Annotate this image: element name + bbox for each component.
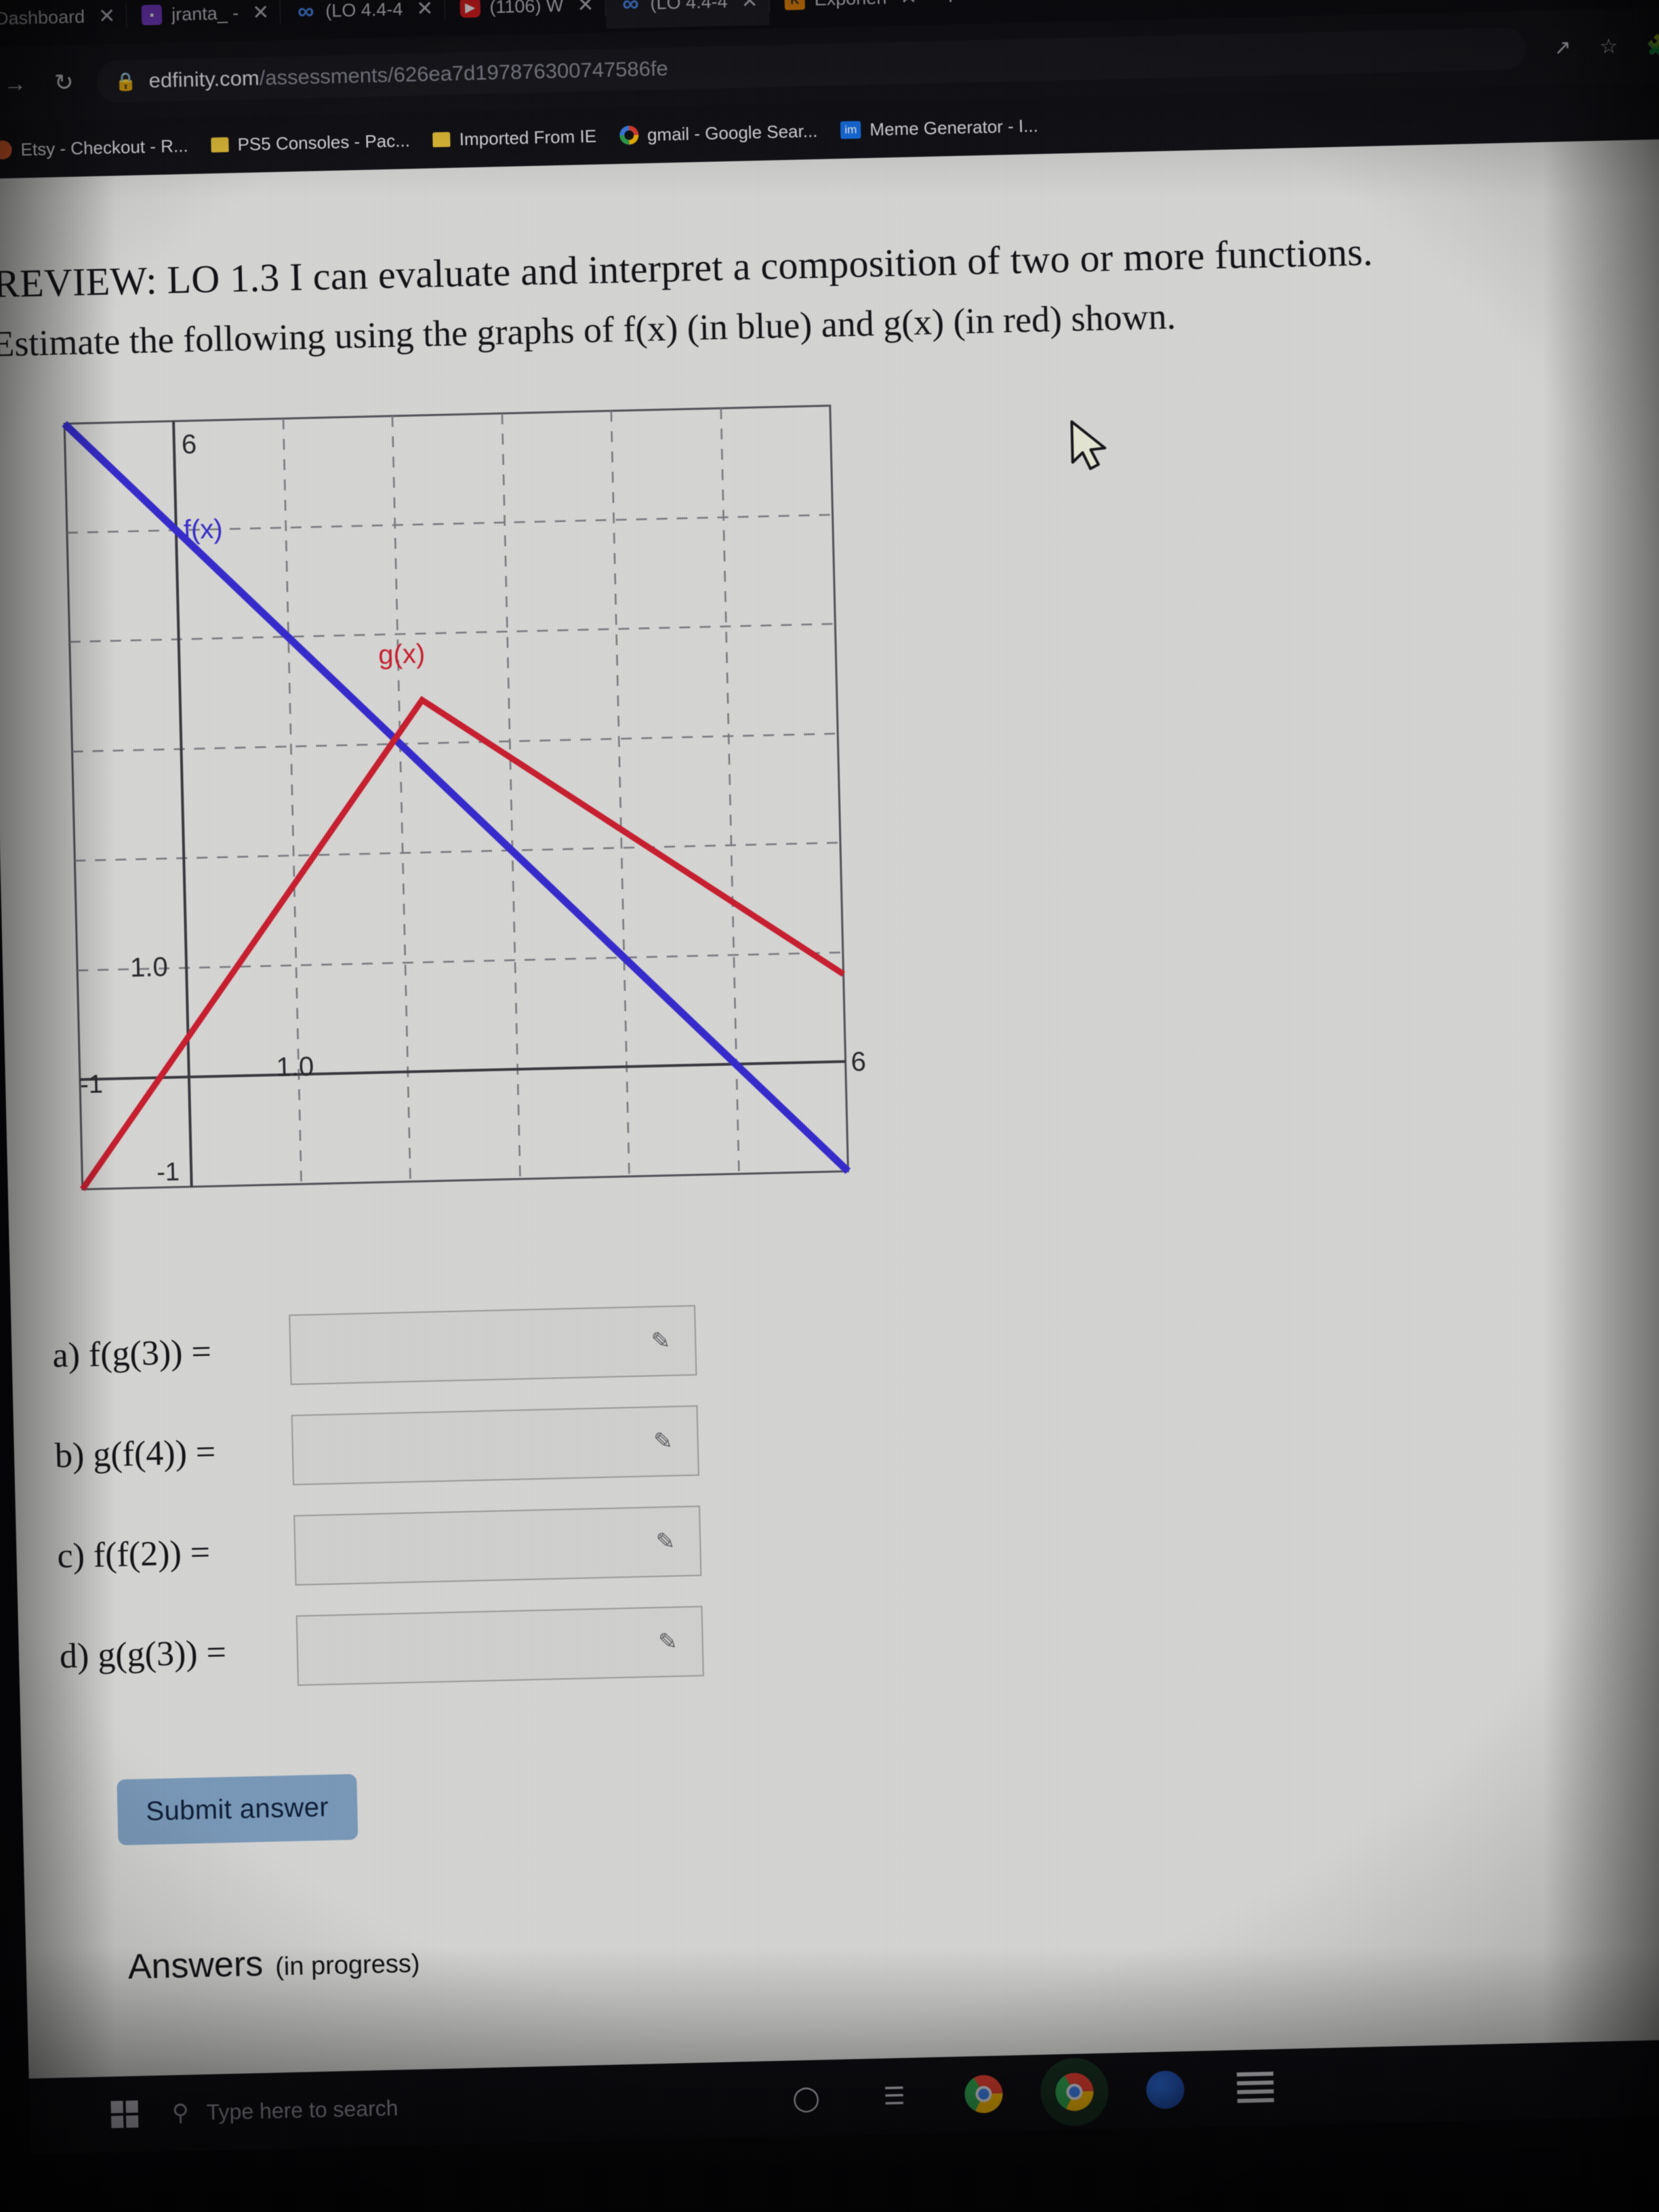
browser-tab-lo44-b-active[interactable]: ∞ (LO 4.4-4 ✕: [605, 0, 770, 29]
infinity-icon: ∞: [621, 0, 640, 17]
taskbar-search[interactable]: ⚲ Type here to search: [171, 2073, 688, 2141]
answer-input-d[interactable]: [297, 1607, 703, 1685]
reload-icon[interactable]: ↻: [48, 69, 80, 97]
pencil-icon[interactable]: ✎: [655, 1528, 675, 1555]
answer-label-c: c) f(f(2)) =: [56, 1533, 211, 1576]
bookmark-meme-generator[interactable]: im Meme Generator - I...: [840, 115, 1038, 141]
tab-label: (LO 4.4-4: [650, 0, 728, 14]
star-icon[interactable]: ☆: [1599, 35, 1618, 59]
task-view-icon[interactable]: ☰: [876, 2078, 912, 2114]
function-graph: 6 6 1.0 1.0 -1 -1 f(x) g(x): [37, 384, 890, 1244]
folder-icon: [432, 131, 451, 148]
answers-heading-text: Answers: [127, 1944, 264, 1987]
edge-icon[interactable]: [1145, 2070, 1185, 2110]
taskbar-icons: ◯ ☰: [788, 2068, 1274, 2118]
answers-status-text: (in progress): [274, 1949, 420, 1982]
pencil-icon[interactable]: ✎: [653, 1428, 673, 1456]
answers-section-heading: Answers (in progress): [127, 1909, 1659, 1988]
extensions-icon[interactable]: 🧩: [1646, 33, 1659, 58]
tab-label: (1106) W: [489, 0, 564, 17]
url-text: edfinity.com/assessments/626ea7d19787630…: [148, 56, 668, 93]
kahoot-icon: K: [784, 0, 806, 11]
windows-start-icon[interactable]: [110, 2100, 139, 2129]
page-content: REVIEW: LO 1.3 I can evaluate and interp…: [0, 138, 1659, 2090]
screen-photo: Dashboard ✕ ▪ jranta_ - ✕ ∞ (LO 4.4-4 ✕: [0, 0, 1659, 2212]
x-axis-tick-one: 1.0: [276, 1052, 314, 1082]
answer-input-wrapper-b[interactable]: ✎: [291, 1405, 699, 1486]
imgflip-icon: im: [840, 121, 861, 140]
share-icon[interactable]: ↗: [1554, 35, 1572, 60]
mouse-cursor: [1070, 420, 1107, 470]
pencil-icon[interactable]: ✎: [658, 1628, 678, 1656]
close-icon[interactable]: ✕: [900, 0, 918, 9]
youtube-icon: ▶: [459, 0, 480, 18]
answer-input-b[interactable]: [292, 1406, 698, 1484]
bookmark-label: gmail - Google Sear...: [647, 120, 818, 145]
folder-icon: [211, 137, 229, 153]
url-path: /assessments/626ea7d197876300747586fe: [259, 56, 669, 90]
infinity-icon: ∞: [297, 0, 314, 24]
chrome-active-icon[interactable]: [1054, 2072, 1094, 2112]
g-curve-label: g(x): [378, 639, 426, 670]
browser-tab-lo44-a[interactable]: ∞ (LO 4.4-4 ✕: [280, 0, 445, 37]
chrome-icon[interactable]: [964, 2074, 1004, 2114]
bookmark-label: PS5 Consoles - Pac...: [237, 129, 411, 155]
computer-screen: Dashboard ✕ ▪ jranta_ - ✕ ∞ (LO 4.4-4 ✕: [0, 0, 1659, 2155]
cortana-icon[interactable]: ◯: [788, 2081, 824, 2116]
tab-label: Dashboard: [0, 5, 85, 28]
y-axis-max-tick: 6: [181, 430, 197, 460]
tab-label: jranta_ -: [171, 2, 239, 24]
graph-svg: 6 6 1.0 1.0 -1 -1 f(x) g(x): [62, 405, 866, 1191]
answer-label-a: a) f(g(3)) =: [52, 1332, 212, 1375]
close-icon[interactable]: ✕: [577, 0, 594, 17]
new-tab-button[interactable]: +: [928, 0, 973, 12]
x-axis-max-tick: 6: [851, 1047, 866, 1078]
close-icon[interactable]: ✕: [741, 0, 758, 13]
answer-input-wrapper-d[interactable]: ✎: [295, 1605, 704, 1686]
submit-answer-button[interactable]: Submit answer: [117, 1774, 359, 1845]
browser-tab-dashboard[interactable]: Dashboard ✕: [0, 0, 127, 43]
twitch-icon: ▪: [141, 4, 163, 26]
answer-input-c[interactable]: [295, 1507, 701, 1584]
bookmark-gmail-google-search[interactable]: gmail - Google Sear...: [619, 120, 818, 146]
close-icon[interactable]: ✕: [416, 0, 434, 20]
dot-icon: [0, 140, 12, 160]
taskbar-search-placeholder: Type here to search: [206, 2095, 398, 2125]
browser-tab-twitch[interactable]: ▪ jranta_ - ✕: [126, 0, 281, 40]
answer-label-b: b) g(f(4)) =: [54, 1432, 216, 1475]
f-curve-label: f(x): [183, 514, 223, 545]
bookmark-ps5-consoles[interactable]: PS5 Consoles - Pac...: [211, 130, 410, 156]
browser-tab-exponents[interactable]: K Exponen ✕: [769, 0, 928, 25]
answer-list: a) f(g(3)) = ✎ b) g(f(4)) = ✎ c) f(f(2))…: [52, 1266, 1659, 1706]
tab-label: (LO 4.4-4: [325, 0, 403, 21]
answer-label-d: d) g(g(3)) =: [59, 1633, 227, 1676]
x-axis-min-tick: -1: [80, 1070, 104, 1099]
answer-input-a[interactable]: [290, 1306, 696, 1384]
answer-input-wrapper-c[interactable]: ✎: [293, 1505, 702, 1586]
close-icon[interactable]: ✕: [252, 0, 270, 24]
tab-label: Exponen: [814, 0, 886, 9]
bookmark-label: Imported From IE: [459, 125, 597, 149]
bookmark-imported-from-ie[interactable]: Imported From IE: [432, 125, 596, 150]
bookmark-label: Etsy - Checkout - R...: [20, 135, 188, 160]
y-axis-min-tick: -1: [157, 1158, 180, 1187]
browser-tab-youtube[interactable]: ▶ (1106) W ✕: [445, 0, 606, 33]
answer-input-wrapper-a[interactable]: ✎: [289, 1305, 697, 1385]
sticky-notes-icon[interactable]: [1236, 2071, 1274, 2104]
omnibox-actions: ↗ ☆ 🧩: [1543, 33, 1659, 60]
lock-icon: 🔒: [114, 70, 137, 91]
close-icon[interactable]: ✕: [98, 4, 116, 28]
pencil-icon[interactable]: ✎: [651, 1328, 670, 1355]
submit-area: Submit answer: [117, 1742, 1659, 1845]
bookmark-etsy-checkout[interactable]: Etsy - Checkout - R...: [0, 135, 188, 161]
bookmark-label: Meme Generator - I...: [869, 115, 1039, 140]
arrow-right-icon[interactable]: →: [0, 70, 31, 98]
url-domain: edfinity.com: [148, 66, 260, 93]
search-icon: ⚲: [171, 2100, 190, 2127]
google-icon: [619, 125, 639, 145]
y-axis-tick-one: 1.0: [130, 952, 169, 983]
